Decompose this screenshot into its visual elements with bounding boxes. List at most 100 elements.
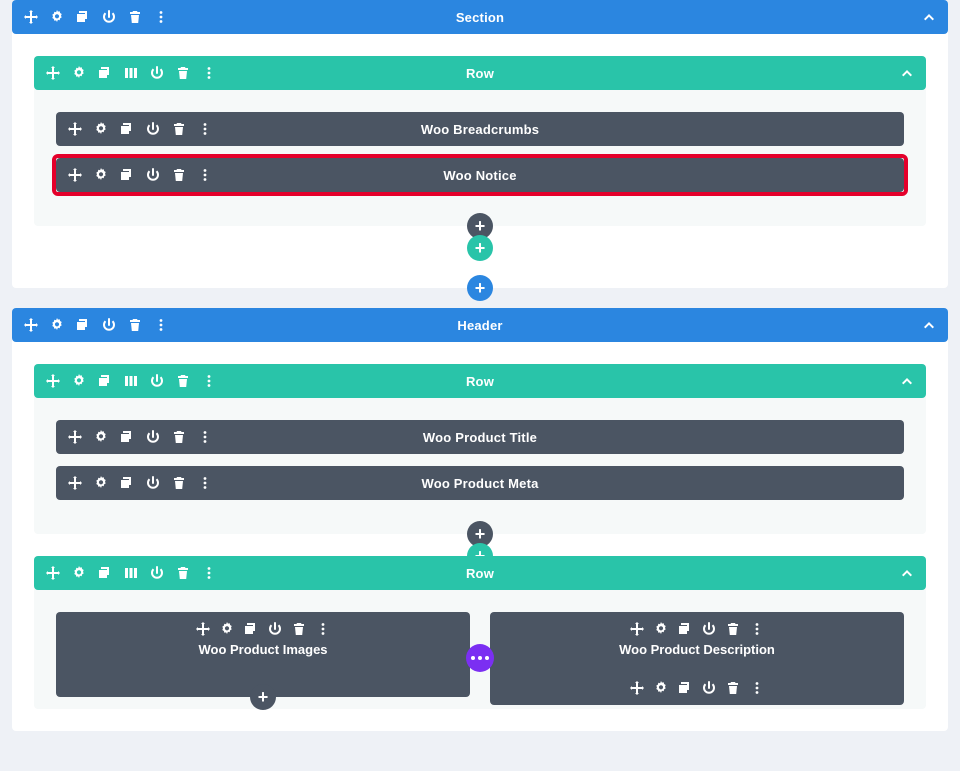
duplicate-icon[interactable] [98, 566, 112, 580]
trash-icon[interactable] [726, 681, 740, 695]
duplicate-icon[interactable] [120, 122, 134, 136]
gear-icon[interactable] [72, 374, 86, 388]
more-icon[interactable] [202, 566, 216, 580]
more-icon[interactable] [198, 430, 212, 444]
more-icon[interactable] [198, 168, 212, 182]
row-header[interactable]: Row [34, 556, 926, 590]
gear-icon[interactable] [94, 476, 108, 490]
trash-icon[interactable] [128, 318, 142, 332]
move-icon[interactable] [630, 681, 644, 695]
trash-icon[interactable] [128, 10, 142, 24]
power-icon[interactable] [268, 622, 282, 636]
trash-icon[interactable] [726, 622, 740, 636]
power-icon[interactable] [146, 168, 160, 182]
duplicate-icon[interactable] [76, 318, 90, 332]
move-icon[interactable] [46, 66, 60, 80]
power-icon[interactable] [702, 622, 716, 636]
duplicate-icon[interactable] [678, 622, 692, 636]
move-icon[interactable] [46, 374, 60, 388]
duplicate-icon[interactable] [244, 622, 258, 636]
duplicate-icon[interactable] [76, 10, 90, 24]
columns-icon[interactable] [124, 566, 138, 580]
move-icon[interactable] [46, 566, 60, 580]
duplicate-icon[interactable] [98, 374, 112, 388]
collapse-icon[interactable] [922, 10, 936, 24]
section-header[interactable]: Section [12, 0, 948, 34]
more-icon[interactable] [198, 122, 212, 136]
module-highlight: Woo Notice [56, 158, 904, 192]
trash-icon[interactable] [172, 430, 186, 444]
collapse-icon[interactable] [900, 66, 914, 80]
module-woo-product-description[interactable]: Woo Product Description [490, 612, 904, 705]
more-icon[interactable] [202, 374, 216, 388]
gear-icon[interactable] [72, 66, 86, 80]
trash-icon[interactable] [292, 622, 306, 636]
trash-icon[interactable] [172, 168, 186, 182]
collapse-icon[interactable] [900, 566, 914, 580]
duplicate-icon[interactable] [98, 66, 112, 80]
row-2-1: Row Woo [34, 364, 926, 534]
move-icon[interactable] [630, 622, 644, 636]
row-header[interactable]: Row [34, 56, 926, 90]
duplicate-icon[interactable] [120, 168, 134, 182]
add-module-button[interactable]: + [250, 684, 276, 710]
add-section-button[interactable]: + [467, 275, 493, 301]
columns-icon[interactable] [124, 374, 138, 388]
power-icon[interactable] [702, 681, 716, 695]
power-icon[interactable] [150, 66, 164, 80]
section-header[interactable]: Header [12, 308, 948, 342]
trash-icon[interactable] [176, 566, 190, 580]
duplicate-icon[interactable] [120, 430, 134, 444]
columns-icon[interactable] [124, 66, 138, 80]
power-icon[interactable] [150, 566, 164, 580]
duplicate-icon[interactable] [678, 681, 692, 695]
module-woo-product-images[interactable]: Woo Product Images + [56, 612, 470, 697]
gear-icon[interactable] [50, 318, 64, 332]
trash-icon[interactable] [176, 66, 190, 80]
gear-icon[interactable] [94, 430, 108, 444]
module-title: Woo Product Images [66, 642, 460, 657]
add-row-button[interactable]: + [467, 235, 493, 261]
collapse-icon[interactable] [900, 374, 914, 388]
move-icon[interactable] [68, 168, 82, 182]
power-icon[interactable] [102, 10, 116, 24]
collapse-icon[interactable] [922, 318, 936, 332]
move-icon[interactable] [24, 318, 38, 332]
move-icon[interactable] [68, 476, 82, 490]
trash-icon[interactable] [176, 374, 190, 388]
module-woo-breadcrumbs[interactable]: Woo Breadcrumbs [56, 112, 904, 146]
gear-icon[interactable] [94, 168, 108, 182]
power-icon[interactable] [146, 122, 160, 136]
gear-icon[interactable] [654, 681, 668, 695]
gear-icon[interactable] [220, 622, 234, 636]
power-icon[interactable] [150, 374, 164, 388]
duplicate-icon[interactable] [120, 476, 134, 490]
more-icon[interactable] [750, 622, 764, 636]
gear-icon[interactable] [94, 122, 108, 136]
context-menu-button[interactable] [466, 644, 494, 672]
module-woo-product-title[interactable]: Woo Product Title [56, 420, 904, 454]
move-icon[interactable] [24, 10, 38, 24]
row-1-1: Row Woo [34, 56, 926, 226]
move-icon[interactable] [68, 122, 82, 136]
power-icon[interactable] [146, 476, 160, 490]
module-title: Woo Product Description [500, 642, 894, 657]
module-woo-product-meta[interactable]: Woo Product Meta [56, 466, 904, 500]
more-icon[interactable] [154, 10, 168, 24]
trash-icon[interactable] [172, 476, 186, 490]
power-icon[interactable] [102, 318, 116, 332]
more-icon[interactable] [750, 681, 764, 695]
trash-icon[interactable] [172, 122, 186, 136]
gear-icon[interactable] [50, 10, 64, 24]
more-icon[interactable] [198, 476, 212, 490]
row-header[interactable]: Row [34, 364, 926, 398]
module-woo-notice[interactable]: Woo Notice [56, 158, 904, 192]
more-icon[interactable] [202, 66, 216, 80]
power-icon[interactable] [146, 430, 160, 444]
gear-icon[interactable] [72, 566, 86, 580]
move-icon[interactable] [68, 430, 82, 444]
gear-icon[interactable] [654, 622, 668, 636]
more-icon[interactable] [154, 318, 168, 332]
more-icon[interactable] [316, 622, 330, 636]
move-icon[interactable] [196, 622, 210, 636]
